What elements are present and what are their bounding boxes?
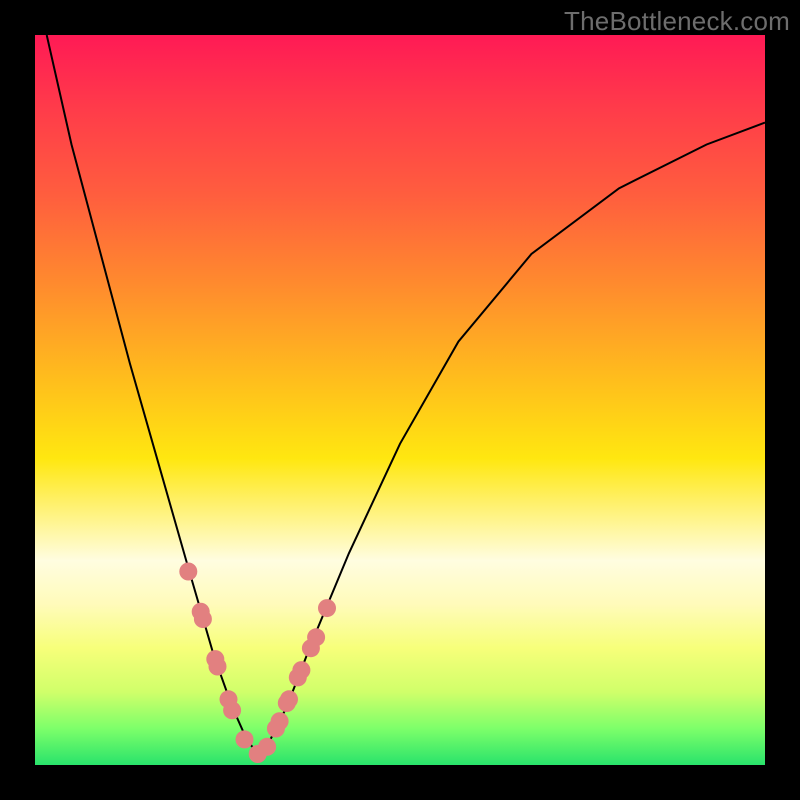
curve-marker — [318, 599, 336, 617]
curve-marker — [271, 712, 289, 730]
curve-marker — [223, 701, 241, 719]
curve-marker — [236, 730, 254, 748]
curve-marker — [194, 610, 212, 628]
curve-marker — [307, 628, 325, 646]
curve-marker — [179, 563, 197, 581]
chart-svg — [35, 35, 765, 765]
curve-marker — [280, 690, 298, 708]
curve-marker — [258, 738, 276, 756]
chart-frame: TheBottleneck.com — [0, 0, 800, 800]
plot-area — [35, 35, 765, 765]
curve-marker — [209, 658, 227, 676]
watermark-text: TheBottleneck.com — [564, 6, 790, 37]
marker-group — [179, 563, 336, 764]
bottleneck-curve — [47, 35, 765, 754]
curve-marker — [292, 661, 310, 679]
